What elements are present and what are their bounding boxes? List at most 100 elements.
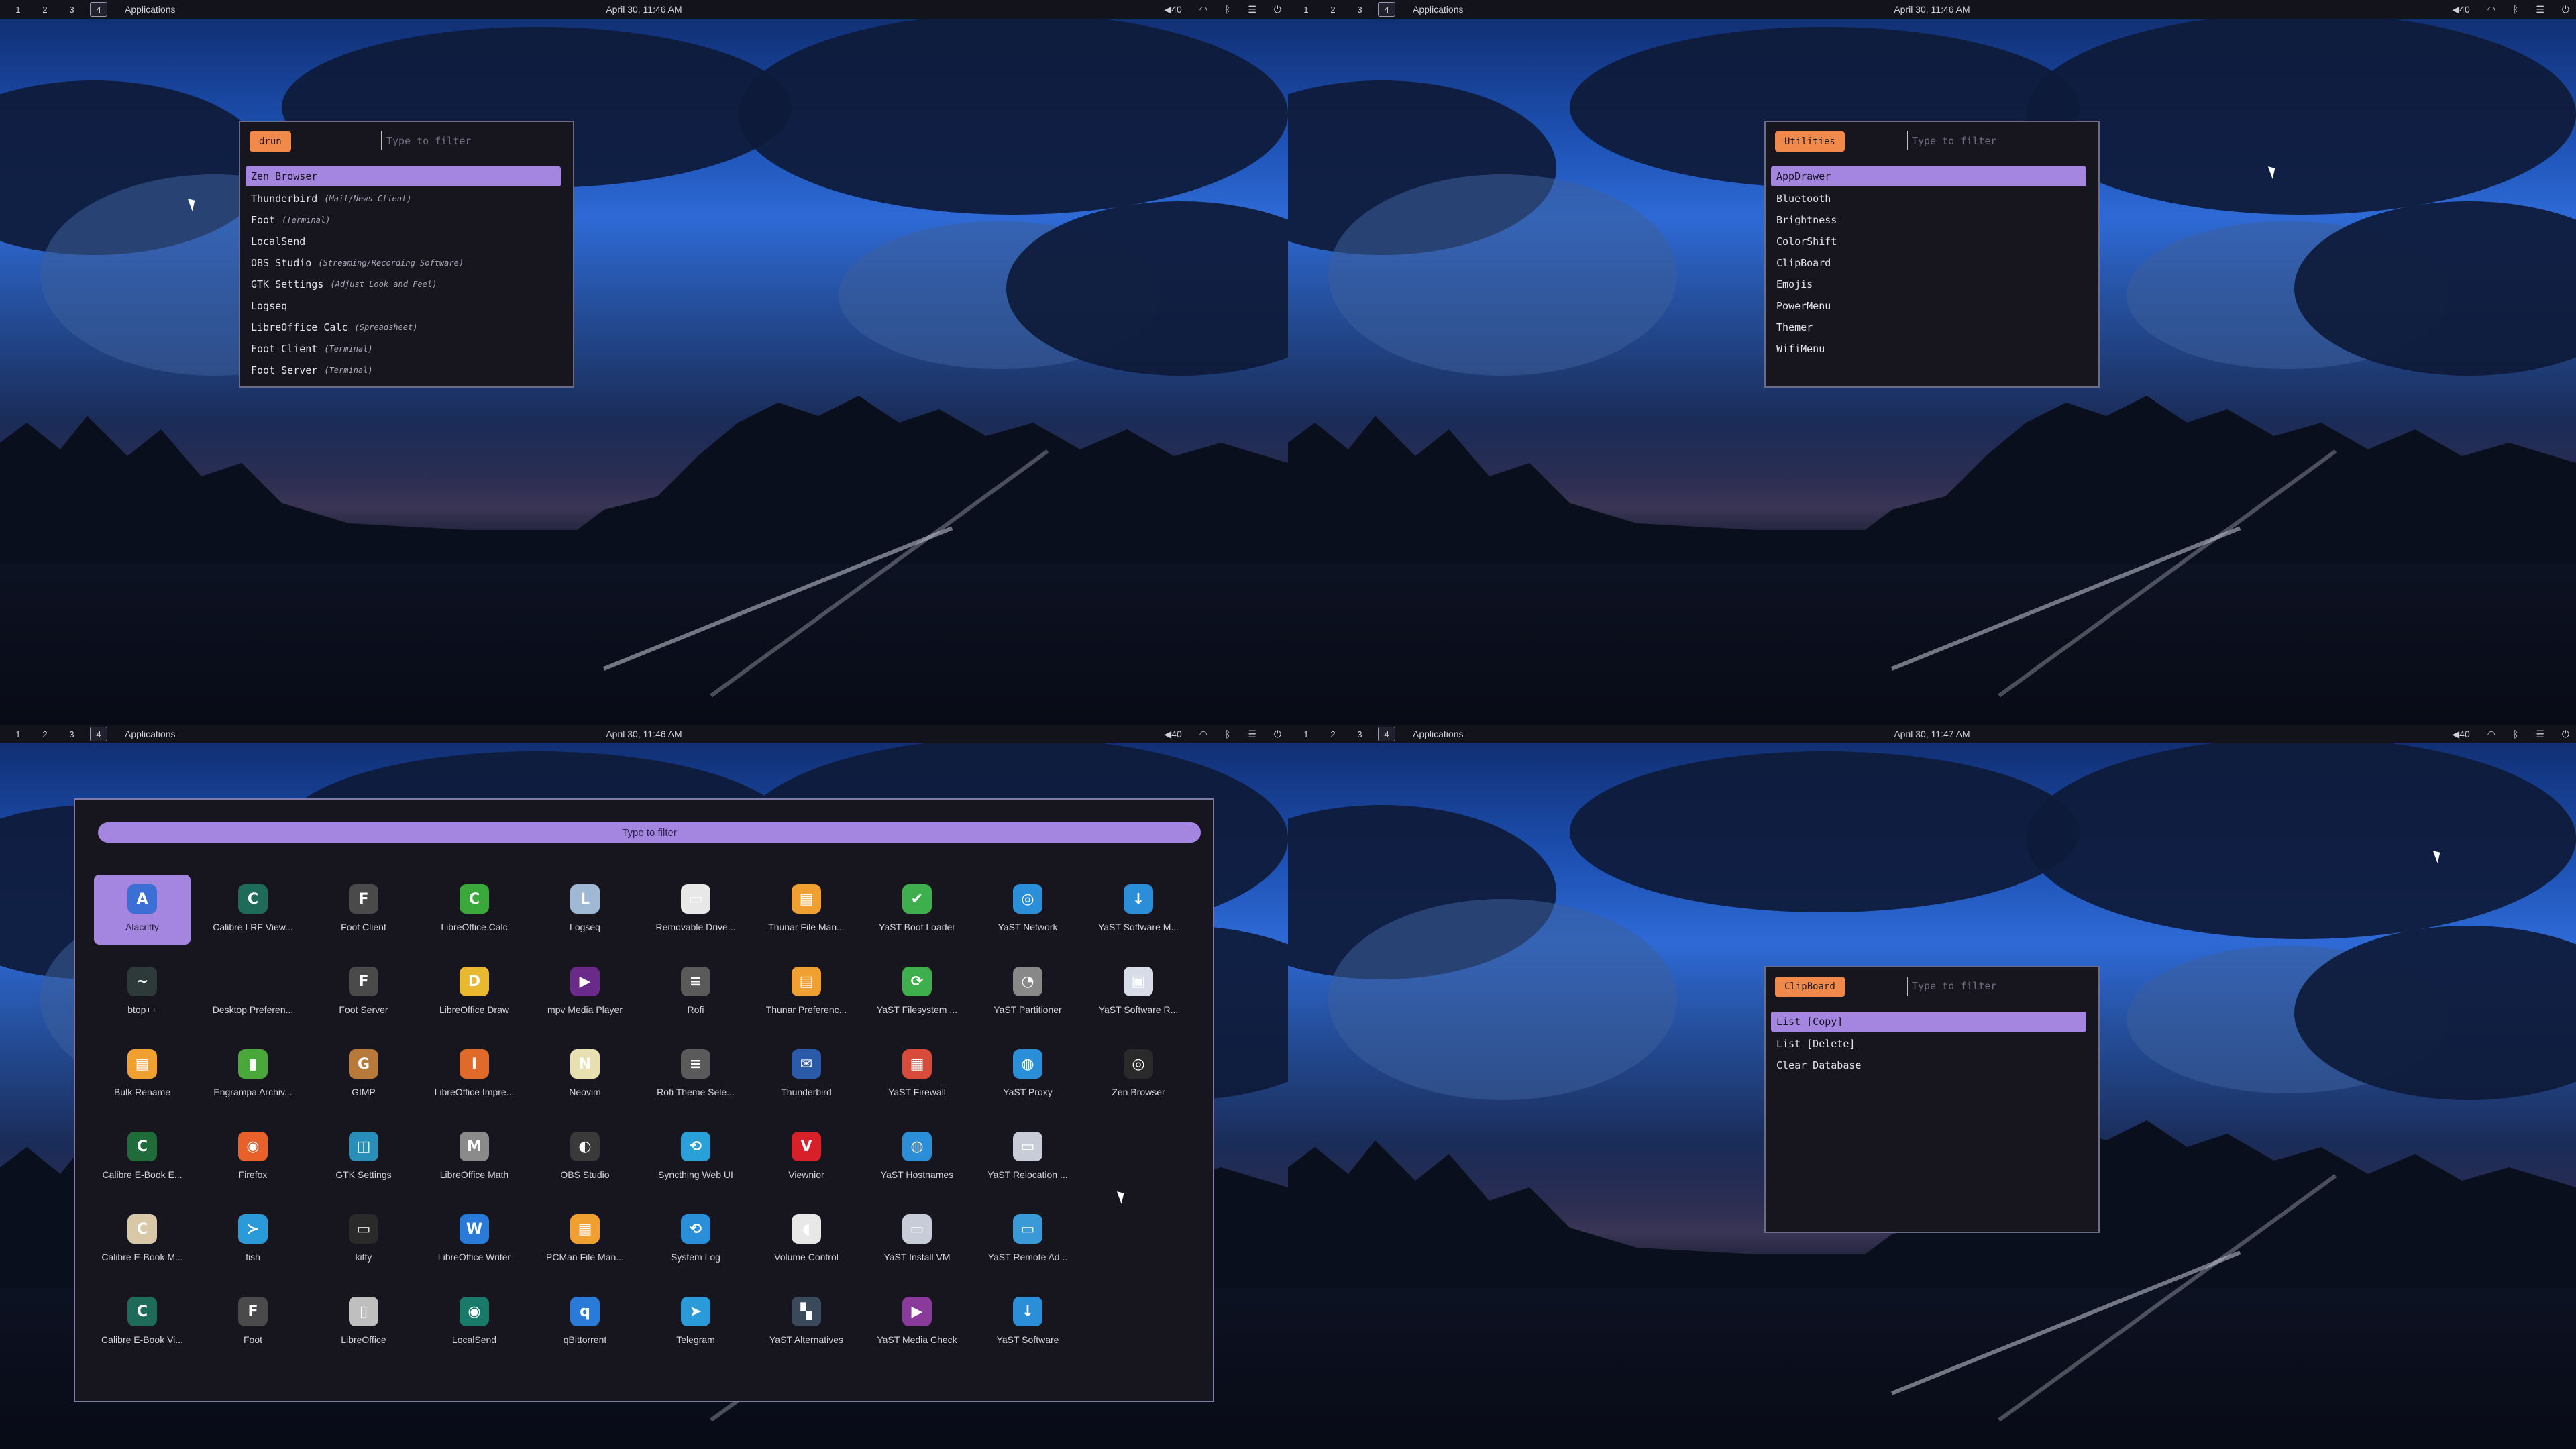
app-tile[interactable]: ▤ PCMan File Man... (537, 1205, 633, 1275)
app-tile[interactable]: ◫ GTK Settings (315, 1122, 412, 1192)
drawer-search-input[interactable] (98, 822, 1201, 843)
utilities-item[interactable]: Bluetooth (1771, 188, 2086, 209)
app-tile[interactable]: C Calibre E-Book M... (94, 1205, 191, 1275)
volume-indicator[interactable]: ◀40 (2452, 729, 2469, 740)
clipboard-item[interactable]: Clear Database (1771, 1055, 2086, 1076)
volume-indicator[interactable]: ◀40 (2452, 4, 2469, 15)
drun-item[interactable]: Foot Server (Terminal) (246, 360, 561, 381)
workspace-2[interactable]: 2 (1324, 727, 1342, 741)
workspace-4[interactable]: 4 (90, 2, 107, 17)
app-tile[interactable]: G GIMP (315, 1040, 412, 1110)
power-icon[interactable]: ⏻ (2562, 729, 2569, 740)
filter-input[interactable] (1907, 131, 2088, 150)
app-tile[interactable]: V Viewnior (758, 1122, 855, 1192)
applications-button[interactable]: Applications (1413, 729, 1464, 739)
workspace-1[interactable]: 1 (1297, 2, 1315, 17)
app-tile[interactable]: L Logseq (537, 875, 633, 945)
drun-item[interactable]: LibreOffice Calc (Spreadsheet) (246, 317, 561, 338)
app-tile[interactable]: C LibreOffice Calc (426, 875, 523, 945)
bluetooth-icon[interactable]: ᛒ (1225, 4, 1230, 15)
volume-indicator[interactable]: ◀40 (1164, 729, 1181, 740)
app-tile[interactable]: A Alacritty (94, 875, 191, 945)
power-icon[interactable]: ⏻ (1274, 4, 1281, 15)
utilities-item[interactable]: Themer (1771, 317, 2086, 338)
app-tile[interactable]: C Calibre LRF View... (205, 875, 301, 945)
app-tile[interactable]: F Foot (205, 1287, 301, 1357)
utilities-item[interactable]: WifiMenu (1771, 338, 2086, 360)
menu-icon[interactable]: ☰ (2536, 4, 2544, 15)
app-tile[interactable]: ▭ YaST Remote Ad... (979, 1205, 1076, 1275)
app-tile[interactable]: ▭ Removable Drive... (647, 875, 744, 945)
app-tile[interactable]: ↓ YaST Software M... (1090, 875, 1187, 945)
app-tile[interactable]: M LibreOffice Math (426, 1122, 523, 1192)
app-tile[interactable]: ▭ kitty (315, 1205, 412, 1275)
app-tile[interactable]: ◔ YaST Partitioner (979, 957, 1076, 1027)
app-tile[interactable]: ▭ YaST Install VM (869, 1205, 965, 1275)
workspace-2[interactable]: 2 (1324, 2, 1342, 17)
workspace-3[interactable]: 3 (63, 2, 80, 17)
app-tile[interactable]: ⟳ YaST Filesystem ... (869, 957, 965, 1027)
app-tile[interactable]: ⟲ System Log (647, 1205, 744, 1275)
wifi-icon[interactable]: ◠ (2487, 4, 2496, 15)
app-tile[interactable]: ⟲ Syncthing Web UI (647, 1122, 744, 1192)
utilities-item[interactable]: AppDrawer (1771, 166, 2086, 186)
app-tile[interactable]: F Foot Server (315, 957, 412, 1027)
app-tile[interactable]: ◐ OBS Studio (537, 1122, 633, 1192)
app-tile[interactable]: q qBittorrent (537, 1287, 633, 1357)
workspace-1[interactable]: 1 (9, 2, 27, 17)
volume-indicator[interactable]: ◀40 (1164, 4, 1181, 15)
app-tile[interactable]: ▤ Thunar Preferenc... (758, 957, 855, 1027)
menu-icon[interactable]: ☰ (2536, 729, 2544, 740)
drun-item[interactable]: LocalSend (246, 231, 561, 252)
menu-icon[interactable]: ☰ (1248, 729, 1256, 740)
wifi-icon[interactable]: ◠ (2487, 729, 2496, 740)
app-tile[interactable]: ≡ Rofi (647, 957, 744, 1027)
utilities-item[interactable]: PowerMenu (1771, 295, 2086, 317)
app-tile[interactable]: C Calibre E-Book Vi... (94, 1287, 191, 1357)
app-tile[interactable]: F Foot Client (315, 875, 412, 945)
app-tile[interactable]: Desktop Preferen... (205, 957, 301, 1027)
workspace-4[interactable]: 4 (90, 727, 107, 741)
app-tile[interactable]: ▤ Bulk Rename (94, 1040, 191, 1110)
app-tile[interactable]: C Calibre E-Book E... (94, 1122, 191, 1192)
drun-item[interactable]: Zen Browser (246, 166, 561, 186)
app-tile[interactable]: ◉ Firefox (205, 1122, 301, 1192)
bluetooth-icon[interactable]: ᛒ (1225, 729, 1230, 739)
drun-item[interactable]: Foot (Terminal) (246, 209, 561, 231)
app-tile[interactable]: ▶ mpv Media Player (537, 957, 633, 1027)
utilities-item[interactable]: Brightness (1771, 209, 2086, 231)
wifi-icon[interactable]: ◠ (1199, 729, 1208, 740)
app-tile[interactable]: ◉ LocalSend (426, 1287, 523, 1357)
app-tile[interactable]: ✉ Thunderbird (758, 1040, 855, 1110)
bluetooth-icon[interactable]: ᛒ (2513, 4, 2518, 15)
app-tile[interactable]: ▯ LibreOffice (315, 1287, 412, 1357)
app-tile[interactable]: N Neovim (537, 1040, 633, 1110)
workspace-3[interactable]: 3 (1351, 2, 1368, 17)
app-tile[interactable]: ▣ YaST Software R... (1090, 957, 1187, 1027)
power-icon[interactable]: ⏻ (1274, 729, 1281, 740)
utilities-item[interactable]: ColorShift (1771, 231, 2086, 252)
app-tile[interactable]: ▤ Thunar File Man... (758, 875, 855, 945)
app-tile[interactable]: ◖ Volume Control (758, 1205, 855, 1275)
power-icon[interactable]: ⏻ (2562, 4, 2569, 15)
app-tile[interactable]: ▭ YaST Relocation ... (979, 1122, 1076, 1192)
applications-button[interactable]: Applications (1413, 4, 1464, 15)
utilities-item[interactable]: ClipBoard (1771, 252, 2086, 274)
app-tile[interactable]: I LibreOffice Impre... (426, 1040, 523, 1110)
workspace-3[interactable]: 3 (1351, 727, 1368, 741)
clipboard-item[interactable]: List [Copy] (1771, 1012, 2086, 1032)
applications-button[interactable]: Applications (125, 4, 176, 15)
workspace-1[interactable]: 1 (9, 727, 27, 741)
app-tile[interactable]: ↓ YaST Software (979, 1287, 1076, 1357)
app-tile[interactable]: ◍ YaST Hostnames (869, 1122, 965, 1192)
bluetooth-icon[interactable]: ᛒ (2513, 729, 2518, 739)
drun-item[interactable]: OBS Studio (Streaming/Recording Software) (246, 252, 561, 274)
drun-item[interactable]: Thunderbird (Mail/News Client) (246, 188, 561, 209)
app-tile[interactable]: ▚ YaST Alternatives (758, 1287, 855, 1357)
wifi-icon[interactable]: ◠ (1199, 4, 1208, 15)
app-tile[interactable]: ◎ YaST Network (979, 875, 1076, 945)
app-tile[interactable]: W LibreOffice Writer (426, 1205, 523, 1275)
drun-item[interactable]: Foot Client (Terminal) (246, 338, 561, 360)
workspace-1[interactable]: 1 (1297, 727, 1315, 741)
app-tile[interactable]: ◍ YaST Proxy (979, 1040, 1076, 1110)
